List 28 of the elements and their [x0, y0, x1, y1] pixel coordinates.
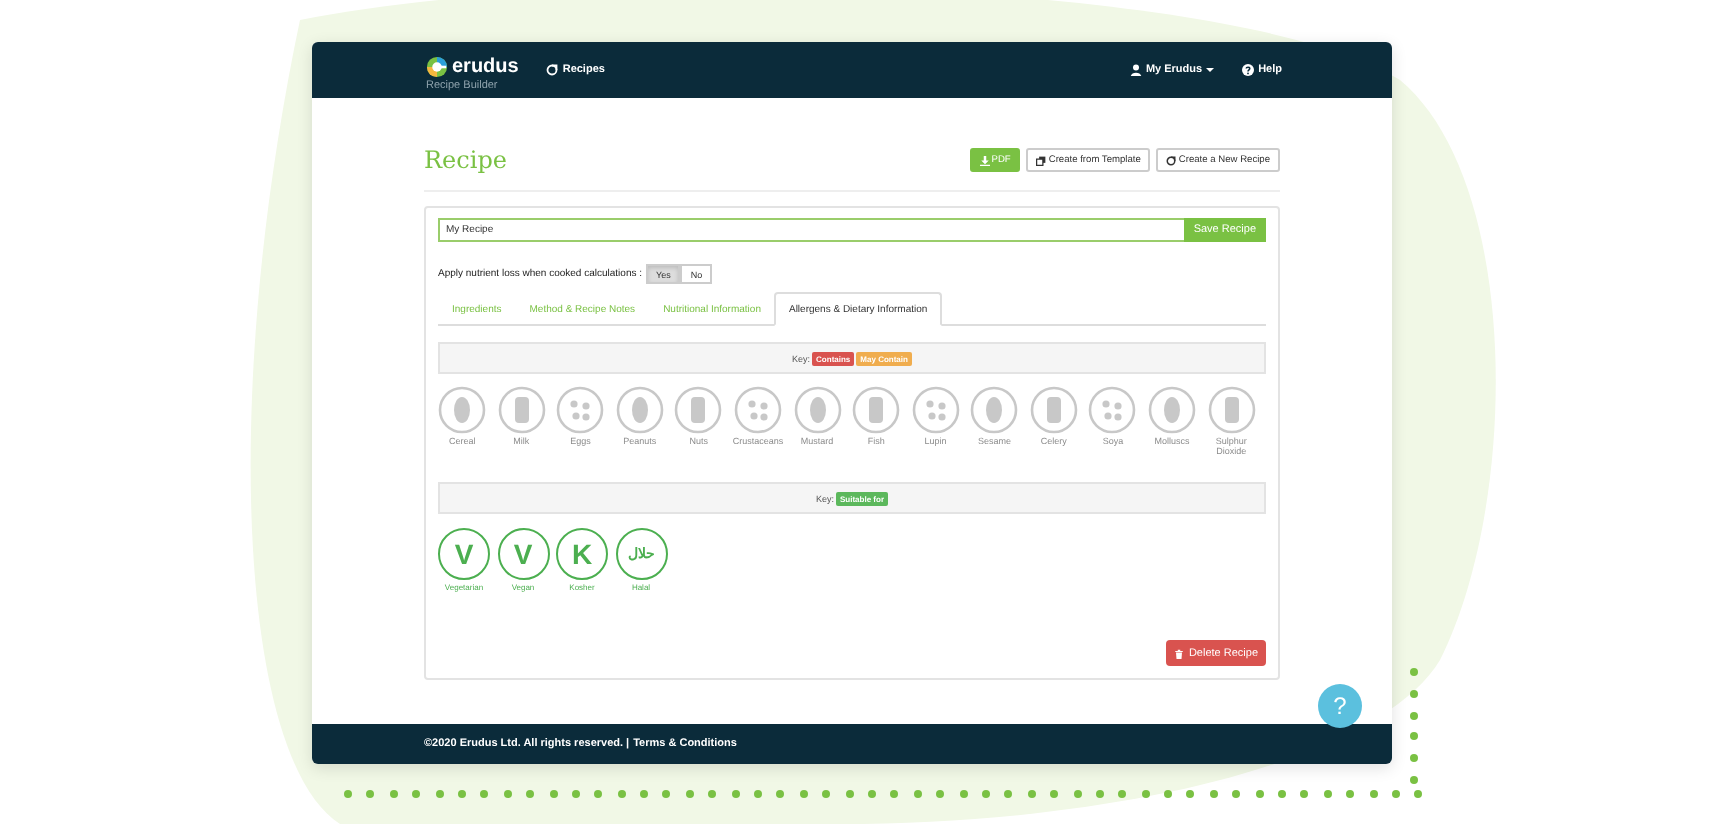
logo-icon: [426, 55, 448, 77]
trash-icon: [1174, 647, 1185, 659]
allergen-icon: [1207, 386, 1256, 434]
allergen-icon: [911, 386, 960, 434]
allergen-icon: [556, 386, 605, 434]
download-icon: [979, 155, 990, 165]
page-title: Recipe: [424, 146, 507, 174]
copy-icon: [1036, 155, 1047, 165]
allergen-icon: [497, 386, 546, 434]
allergen-icon: [1088, 386, 1137, 434]
allergen-icon: [1148, 386, 1197, 434]
allergen-icon: [793, 386, 842, 434]
allergen-icon: [615, 386, 664, 434]
help-icon: [1242, 64, 1255, 76]
allergen-icon: [852, 386, 901, 434]
refresh-icon: [1166, 155, 1177, 165]
dietary-symbol: K: [556, 528, 608, 580]
user-icon: [1129, 64, 1142, 76]
dietary-symbol: V: [438, 528, 490, 580]
brand-name[interactable]: erudus: [452, 55, 519, 77]
dotted-line: [1410, 668, 1418, 784]
allergen-icon: [674, 386, 723, 434]
allergen-icon: [438, 386, 487, 434]
refresh-icon: [546, 64, 559, 76]
dietary-symbol: V: [497, 528, 549, 580]
allergen-icon: [733, 386, 782, 434]
allergen-icon: [970, 386, 1019, 434]
allergen-icon: [1029, 386, 1078, 434]
